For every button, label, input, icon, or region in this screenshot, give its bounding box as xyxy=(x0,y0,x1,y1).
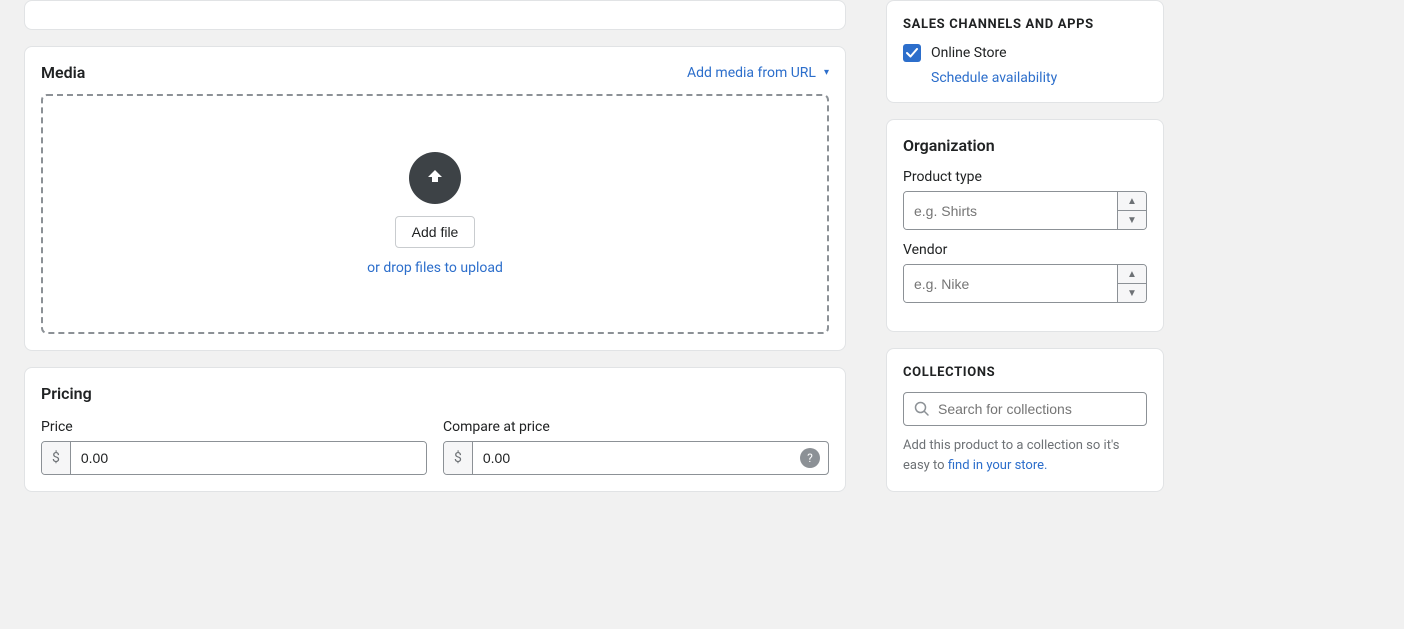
vendor-section: Vendor ▲ ▼ xyxy=(903,242,1147,303)
price-field: Price $ xyxy=(41,419,427,475)
schedule-availability-link[interactable]: Schedule availability xyxy=(931,70,1147,86)
product-type-select-wrapper: ▲ ▼ xyxy=(903,191,1147,230)
vendor-select-wrapper: ▲ ▼ xyxy=(903,264,1147,303)
dropdown-caret-icon: ▾ xyxy=(824,67,829,78)
product-type-section: Product type ▲ ▼ xyxy=(903,169,1147,230)
help-icon[interactable]: ? xyxy=(800,448,820,468)
top-partial-card xyxy=(24,0,846,30)
checkmark-icon xyxy=(906,48,918,58)
product-type-input[interactable] xyxy=(904,192,1117,229)
drop-zone[interactable]: Add file or drop files to upload xyxy=(41,94,829,334)
price-currency-symbol: $ xyxy=(42,442,71,474)
price-input-wrapper: $ xyxy=(41,441,427,475)
vendor-input[interactable] xyxy=(904,265,1117,302)
vendor-arrows: ▲ ▼ xyxy=(1117,265,1146,302)
add-file-button[interactable]: Add file xyxy=(395,216,476,248)
upload-arrow-icon xyxy=(423,166,447,190)
collections-description: Add this product to a collection so it's… xyxy=(903,436,1147,475)
compare-price-field: Compare at price $ ? xyxy=(443,419,829,475)
compare-price-input-wrapper: $ ? xyxy=(443,441,829,475)
product-type-up-arrow[interactable]: ▲ xyxy=(1118,192,1146,210)
media-title: Media xyxy=(41,63,85,82)
online-store-label: Online Store xyxy=(931,45,1007,61)
product-type-arrows: ▲ ▼ xyxy=(1117,192,1146,229)
collections-card: COLLECTIONS Add this product to a collec… xyxy=(886,348,1164,492)
compare-price-input[interactable] xyxy=(473,442,800,474)
search-svg-icon xyxy=(914,401,930,417)
collections-search-input[interactable] xyxy=(938,401,1136,417)
add-media-url-button[interactable]: Add media from URL ▾ xyxy=(687,65,829,81)
compare-price-label: Compare at price xyxy=(443,419,829,435)
left-panel: Media Add media from URL ▾ Add file or d… xyxy=(0,0,870,629)
vendor-label: Vendor xyxy=(903,242,1147,258)
right-panel: SALES CHANNELS AND APPS Online Store Sch… xyxy=(870,0,1180,629)
price-input[interactable] xyxy=(71,442,426,474)
pricing-card: Pricing Price $ Compare at price $ ? xyxy=(24,367,846,492)
organization-card: Organization Product type ▲ ▼ Vendor ▲ xyxy=(886,119,1164,332)
collections-title: COLLECTIONS xyxy=(903,365,1147,380)
product-type-label: Product type xyxy=(903,169,1147,185)
sales-channels-card: SALES CHANNELS AND APPS Online Store Sch… xyxy=(886,0,1164,103)
add-media-label: Add media from URL xyxy=(687,65,816,81)
vendor-up-arrow[interactable]: ▲ xyxy=(1118,265,1146,283)
vendor-down-arrow[interactable]: ▼ xyxy=(1118,284,1146,302)
compare-currency-symbol: $ xyxy=(444,442,473,474)
online-store-channel: Online Store xyxy=(903,44,1147,62)
sales-channels-title: SALES CHANNELS AND APPS xyxy=(903,17,1147,32)
pricing-fields-row: Price $ Compare at price $ ? xyxy=(41,419,829,475)
collections-find-link[interactable]: find in your store. xyxy=(948,458,1048,473)
upload-icon xyxy=(409,152,461,204)
media-card-header: Media Add media from URL ▾ xyxy=(41,63,829,82)
search-icon xyxy=(914,401,930,417)
pricing-title: Pricing xyxy=(41,384,829,403)
collections-search-wrapper[interactable] xyxy=(903,392,1147,426)
organization-title: Organization xyxy=(903,136,1147,155)
product-type-down-arrow[interactable]: ▼ xyxy=(1118,211,1146,229)
online-store-checkbox[interactable] xyxy=(903,44,921,62)
price-label: Price xyxy=(41,419,427,435)
drop-files-text: or drop files to upload xyxy=(367,260,503,276)
media-card: Media Add media from URL ▾ Add file or d… xyxy=(24,46,846,351)
